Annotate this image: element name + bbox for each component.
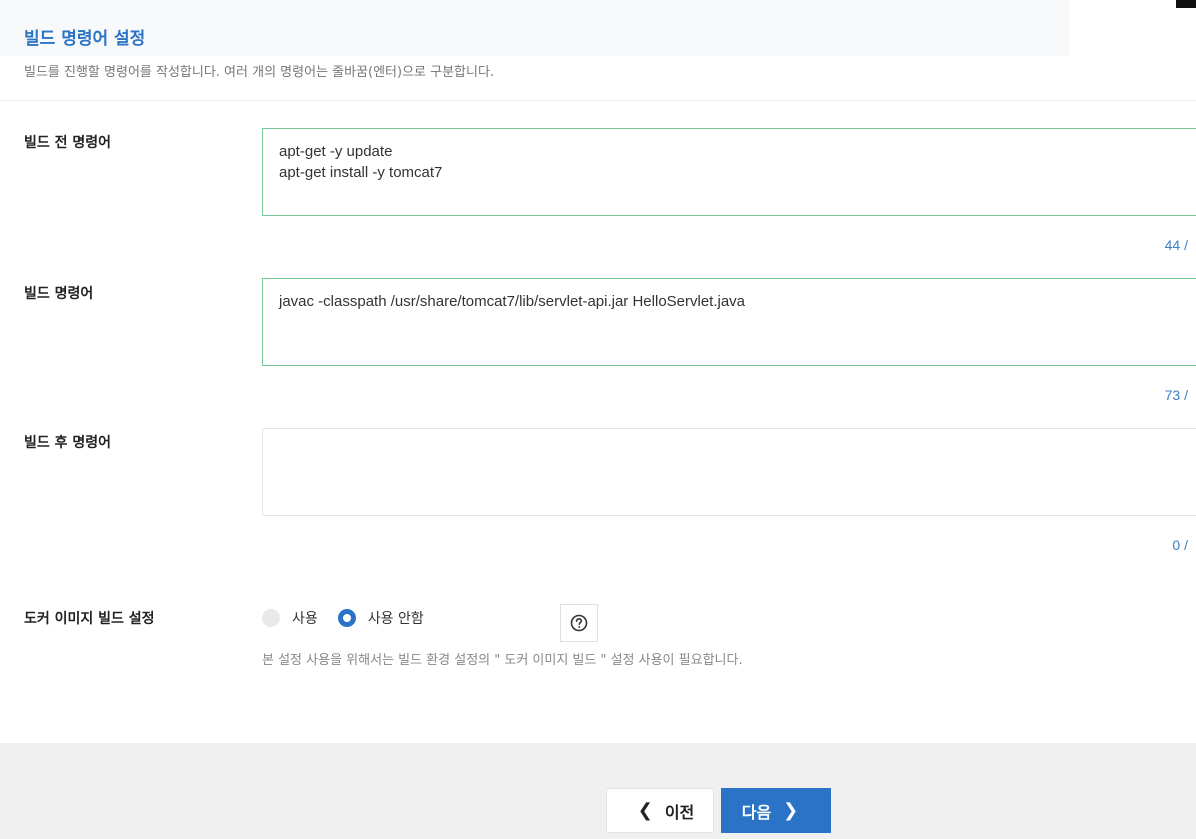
radio-not-use-label[interactable]: 사용 안함 xyxy=(368,608,424,628)
build-command-input[interactable]: javac -classpath /usr/share/tomcat7/lib/… xyxy=(262,278,1196,366)
page-description: 빌드를 진행할 명령어를 작성합니다. 여러 개의 명령어는 줄바꿈(엔터)으로… xyxy=(24,65,495,80)
prev-button[interactable]: ❮ 이전 xyxy=(606,788,714,833)
docker-build-hint: 본 설정 사용을 위해서는 빌드 환경 설정의 " 도커 이미지 빌드 " 설정… xyxy=(262,653,743,668)
footer-bar xyxy=(0,743,1196,839)
chevron-left-icon: ❮ xyxy=(637,800,653,821)
pre-build-command-input[interactable]: apt-get -y update apt-get install -y tom… xyxy=(262,128,1196,216)
pre-build-char-counter: 44 / xyxy=(1164,237,1188,253)
header-background xyxy=(0,0,1070,56)
header-divider xyxy=(0,100,1196,101)
next-button[interactable]: 다음 ❯ xyxy=(721,788,831,833)
help-circle-icon xyxy=(570,614,588,632)
post-build-command-input[interactable] xyxy=(262,428,1196,516)
build-char-counter: 73 / xyxy=(1164,387,1188,403)
help-button[interactable] xyxy=(560,604,598,642)
section-header: 빌드 명령어 설정 빌드를 진행할 명령어를 작성합니다. 여러 개의 명령어는… xyxy=(0,0,1196,100)
radio-use-label[interactable]: 사용 xyxy=(292,608,318,628)
pre-build-label: 빌드 전 명령어 xyxy=(24,135,112,151)
corner-mark xyxy=(1176,0,1196,8)
next-button-label: 다음 xyxy=(741,802,772,822)
docker-build-label: 도커 이미지 빌드 설정 xyxy=(24,611,155,627)
radio-use[interactable] xyxy=(262,609,280,627)
chevron-right-icon: ❯ xyxy=(783,800,799,821)
prev-button-label: 이전 xyxy=(664,802,695,822)
post-build-char-counter: 0 / xyxy=(1172,537,1188,553)
page-title: 빌드 명령어 설정 xyxy=(24,29,146,49)
build-label: 빌드 명령어 xyxy=(24,286,94,302)
docker-build-radio-group: 사용 사용 안함 xyxy=(262,606,444,630)
radio-not-use[interactable] xyxy=(337,609,356,627)
post-build-label: 빌드 후 명령어 xyxy=(24,435,112,451)
